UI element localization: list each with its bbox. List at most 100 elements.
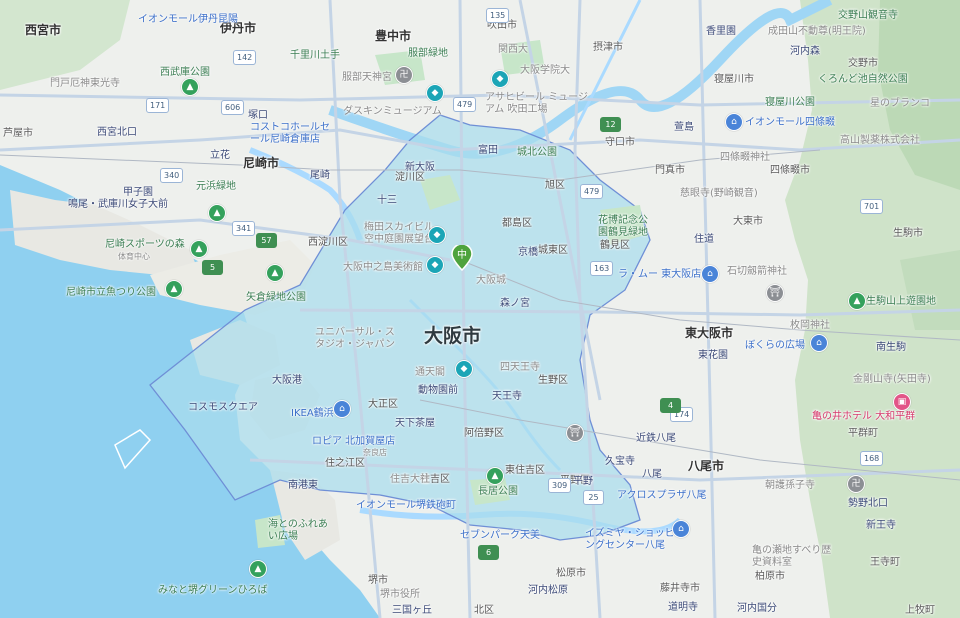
label-higashi-hanazono[interactable]: 東花園 xyxy=(698,350,728,362)
shop-pin-ito-yokado[interactable]: ⌂ xyxy=(672,520,690,538)
label-hoshi-buranko[interactable]: 星のブランコ xyxy=(870,98,930,110)
label-tennoji[interactable]: 天王寺 xyxy=(492,391,522,403)
label-kawachi-kokubu[interactable]: 河内国分 xyxy=(737,603,777,615)
label-umi-fureai[interactable]: 海とのふれあい広場 xyxy=(268,519,333,543)
label-nishi-kita[interactable]: 西宮北口 xyxy=(97,127,137,139)
label-nankoh[interactable]: 南港東 xyxy=(288,480,318,492)
label-koshien[interactable]: 甲子園 xyxy=(123,187,153,199)
label-shitenoji[interactable]: 四天王寺 xyxy=(500,362,540,374)
label-naruo[interactable]: 鳴尾・武庫川女子大前 xyxy=(68,199,168,211)
shop-pin-aeon-shijonawate[interactable]: ⌂ xyxy=(725,113,743,131)
label-juso[interactable]: 十三 xyxy=(377,195,397,207)
park-pin-ikoma[interactable]: ▲ xyxy=(848,292,866,310)
label-ishikiri[interactable]: 石切劔箭神社 xyxy=(727,266,787,278)
label-osaka-castle[interactable]: 大阪城 xyxy=(476,275,506,287)
park-pin-nagai[interactable]: ▲ xyxy=(486,467,504,485)
park-pin-mototaki[interactable]: ▲ xyxy=(208,204,226,222)
hotel-pin-kame-no-i[interactable]: ▣ xyxy=(893,393,911,411)
label-kansai-univ[interactable]: 関西大 xyxy=(498,44,528,56)
label-kame-no-se[interactable]: 亀の瀬地すべり歴史資料室 xyxy=(752,545,832,569)
label-shijonawate-shrine[interactable]: 四條畷神社 xyxy=(720,152,770,164)
shop-pin-bokura[interactable]: ⌂ xyxy=(810,334,828,352)
label-yao-acro[interactable]: アクロスプラザ八尾 xyxy=(617,490,707,502)
park-pin-minato[interactable]: ▲ xyxy=(249,560,267,578)
label-yagawa[interactable]: 萱島 xyxy=(674,122,694,134)
label-osaka-gakuin[interactable]: 大阪学院大 xyxy=(520,65,570,77)
label-tsutenkaku[interactable]: 通天閣 xyxy=(415,367,445,379)
label-tsurumi-ryokuchi[interactable]: 花博記念公園鶴見緑地 xyxy=(598,215,656,239)
label-seiya-kitaguchi[interactable]: 勢野北口 xyxy=(848,498,888,510)
temple-pin-shrine[interactable]: ⛩ xyxy=(566,424,584,442)
label-kyuhoji[interactable]: 久宝寺 xyxy=(605,456,635,468)
label-korien[interactable]: 香里園 xyxy=(706,26,736,38)
label-ramu[interactable]: ラ・ムー 東大阪店 xyxy=(618,269,701,281)
park-pin-fish[interactable]: ▲ xyxy=(165,280,183,298)
label-kawachi-mori[interactable]: 河内森 xyxy=(790,46,820,58)
label-minami-ikoma[interactable]: 南生駒 xyxy=(876,342,906,354)
label-kurondo[interactable]: くろんど池自然公園 xyxy=(818,74,908,86)
label-domyoji[interactable]: 道明寺 xyxy=(668,602,698,614)
park-pin-sports[interactable]: ▲ xyxy=(190,240,208,258)
attraction-pin-asahi[interactable]: ◆ xyxy=(491,70,509,88)
label-motsu[interactable]: 門戸厄神東光寺 xyxy=(50,78,120,90)
label-kuranji[interactable]: 尾崎 xyxy=(310,170,330,182)
label-morinomiya[interactable]: 森ノ宮 xyxy=(500,298,530,310)
label-suminodo[interactable]: 住道 xyxy=(694,234,714,246)
label-zoo[interactable]: 動物園前 xyxy=(418,385,458,397)
label-mototaki[interactable]: 元浜緑地 xyxy=(196,181,236,193)
map-canvas[interactable] xyxy=(0,0,960,618)
park-pin-nishitake[interactable]: ▲ xyxy=(181,78,199,96)
label-ikoma-sanjo[interactable]: 生駒山上遊園地 xyxy=(866,296,936,308)
label-asahi-beer[interactable]: アサヒビール ミュージアム 吹田工場 xyxy=(485,92,595,116)
label-osaka-port[interactable]: 大阪港 xyxy=(272,375,302,387)
label-nakanoshima[interactable]: 大阪中之島美術館 xyxy=(343,262,423,274)
label-cosco[interactable]: コストコホールセール尼崎倉庫店 xyxy=(250,122,330,146)
label-sanda[interactable]: 三国ヶ丘 xyxy=(392,605,432,617)
label-cosmo[interactable]: コスモスクエア xyxy=(188,402,258,414)
label-aeon-itami[interactable]: イオンモール伊丹昆陽 xyxy=(138,14,238,26)
label-sumiyoshi-taisha[interactable]: 住吉大社 xyxy=(390,474,430,486)
park-pin-yanagi[interactable]: ▲ xyxy=(266,264,284,282)
label-tennoji-park[interactable]: 天下茶屋 xyxy=(395,418,435,430)
label-universal[interactable]: ユニバーサル・スタジオ・ジャパン xyxy=(315,327,395,351)
label-tomita[interactable]: 富田 xyxy=(478,145,498,157)
label-ito-yokado[interactable]: イズミヤ・ショッピングセンター八尾 xyxy=(585,528,675,552)
label-tsukaguchi[interactable]: 塚口 xyxy=(248,110,268,122)
label-kawachi-matsubara[interactable]: 河内松原 xyxy=(528,585,568,597)
label-nishitake-park[interactable]: 西武庫公園 xyxy=(160,67,210,79)
label-hattori[interactable]: 服部緑地 xyxy=(408,48,448,60)
label-amagasaki-sports[interactable]: 尼崎スポーツの森 xyxy=(105,239,185,251)
temple-pin-chogosonshi[interactable]: 卍 xyxy=(847,475,865,493)
attraction-pin-dasukin[interactable]: ◆ xyxy=(426,84,444,102)
label-hiraoka[interactable]: 枚岡神社 xyxy=(790,320,830,332)
label-jiken[interactable]: 慈眼寺(野崎観音) xyxy=(680,188,758,200)
label-yao-station[interactable]: 八尾 xyxy=(642,469,662,481)
label-chogosonshi[interactable]: 朝護孫子寺 xyxy=(765,480,815,492)
label-aeon-shijonawate[interactable]: イオンモール四條畷 xyxy=(745,117,835,129)
label-aeon-sakai[interactable]: イオンモール堺鉄砲町 xyxy=(356,500,456,512)
label-bokura-park[interactable]: ぼくらの広場 xyxy=(745,340,805,352)
label-hattori-tenjin[interactable]: 服部天神宮 xyxy=(342,72,392,84)
temple-pin-ishikiri[interactable]: ⛩ xyxy=(766,284,784,302)
label-sakai-city-office[interactable]: 堺市役所 xyxy=(380,589,420,601)
label-minato-sakai[interactable]: みなと堺グリーンひろば xyxy=(158,585,268,597)
label-kongo[interactable]: 金剛山寺(矢田寺) xyxy=(853,374,931,386)
temple-pin-hattori-tenjin[interactable]: 卍 xyxy=(395,66,413,84)
shop-pin-ikea[interactable]: ⌂ xyxy=(333,400,351,418)
attraction-pin-umeda[interactable]: ◆ xyxy=(428,226,446,244)
label-hirano-station[interactable]: 平野 xyxy=(573,476,593,488)
label-katano-kannon[interactable]: 交野山観音寺 xyxy=(838,10,898,22)
attraction-pin-nakanoshima[interactable]: ◆ xyxy=(426,256,444,274)
label-kame-no-i-hotel[interactable]: 亀の井ホテル 大和平群 xyxy=(812,411,915,423)
label-amagasaki-fish[interactable]: 尼崎市立魚つり公園 xyxy=(66,287,156,299)
label-yanagi[interactable]: 矢倉緑地公園 xyxy=(246,292,306,304)
label-ikea[interactable]: IKEA鶴浜 xyxy=(291,408,334,420)
label-shin-osaka[interactable]: 新大阪 xyxy=(405,162,435,174)
attraction-pin-tsutenkaku[interactable]: ◆ xyxy=(455,360,473,378)
label-takayama[interactable]: 高山製薬株式会社 xyxy=(840,135,920,147)
label-senri-river[interactable]: 千里川土手 xyxy=(290,50,340,62)
label-dasukin[interactable]: ダスキンミュージアム xyxy=(343,106,442,118)
label-shin-oji[interactable]: 新王寺 xyxy=(866,520,896,532)
label-seven-park[interactable]: セブンパーク天美 xyxy=(460,530,540,542)
label-tachibana[interactable]: 立花 xyxy=(210,150,230,162)
